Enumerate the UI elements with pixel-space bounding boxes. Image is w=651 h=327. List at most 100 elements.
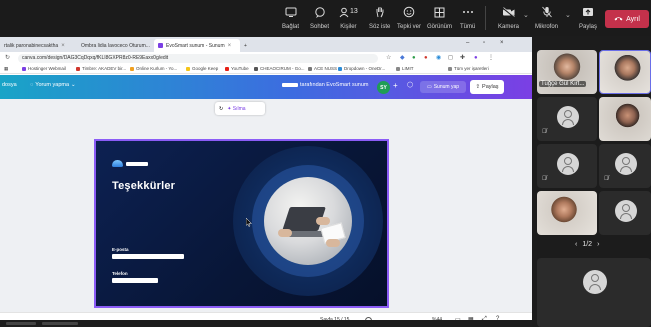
mic-off-icon: 🎙̸ bbox=[604, 176, 609, 182]
connect-button[interactable]: Bağlat bbox=[282, 4, 299, 34]
redacted-text bbox=[126, 161, 148, 166]
participant-tile[interactable] bbox=[537, 50, 597, 94]
address-bar[interactable]: canva.com/design/DAG3CqDqxq/fKLI8GXPR8z0… bbox=[18, 54, 378, 63]
new-tab-button[interactable]: + bbox=[240, 39, 252, 52]
redacted-text bbox=[282, 83, 298, 87]
reload-icon[interactable]: ↻ bbox=[5, 54, 10, 63]
participant-video bbox=[537, 191, 597, 235]
browser-tab-active[interactable]: EvoSmart sunum - Sunum × bbox=[154, 39, 240, 52]
participant-tile[interactable]: 🎙̸ bbox=[537, 97, 597, 141]
previous-page-icon[interactable]: ‹ bbox=[575, 241, 577, 248]
company-logo bbox=[112, 160, 148, 167]
shared-screen: rtalik paronabinecsaktha × Ombra lidia la… bbox=[0, 37, 532, 327]
minimize-icon[interactable]: – bbox=[466, 40, 469, 46]
participant-tile[interactable] bbox=[537, 191, 597, 235]
extension-icon[interactable]: ● bbox=[412, 54, 416, 63]
bookmark-item[interactable]: Google Keep bbox=[186, 65, 218, 73]
mouse-cursor-icon bbox=[245, 214, 253, 232]
close-tab-icon[interactable]: × bbox=[61, 43, 65, 49]
maximize-icon[interactable]: ▫ bbox=[483, 40, 485, 46]
extension-icon[interactable]: ◻ bbox=[448, 54, 453, 63]
logo-mark bbox=[112, 160, 123, 167]
participant-tile[interactable]: 🎙̸ bbox=[599, 144, 651, 188]
camera-off-icon bbox=[502, 4, 516, 20]
file-menu[interactable]: dosya bbox=[2, 82, 17, 88]
bookmark-item[interactable]: CHEAOCIRUM - Go... bbox=[254, 65, 305, 73]
chat-bubble-icon[interactable]: ◯ bbox=[407, 82, 413, 88]
mic-off-icon bbox=[541, 4, 553, 20]
bookmark-item[interactable]: Online Kurlum - Yo... bbox=[130, 65, 177, 73]
raise-hand-button[interactable]: Söz iste bbox=[369, 4, 390, 34]
present-button[interactable]: ▭ Sunum yap bbox=[420, 81, 466, 93]
participant-tile-speaking[interactable] bbox=[599, 50, 651, 94]
extension-icon[interactable]: ● bbox=[424, 54, 428, 63]
react-button[interactable]: Tepki ver bbox=[397, 4, 421, 34]
chat-icon bbox=[314, 4, 326, 20]
chat-button[interactable]: Sohbet bbox=[310, 4, 329, 34]
browser-menu-icon[interactable]: ⋮ bbox=[488, 54, 494, 63]
email-label: E-posta bbox=[112, 247, 129, 252]
more-icon bbox=[462, 4, 474, 20]
hand-shape bbox=[278, 229, 292, 237]
bookmark-folder[interactable]: LIMIT bbox=[396, 65, 414, 73]
bookmarks-bar: ▦ Hostinger Webmail Timbre: AKADEV bir..… bbox=[0, 64, 532, 74]
people-button[interactable]: 13 Kişiler bbox=[339, 4, 358, 34]
default-avatar-icon bbox=[583, 270, 607, 294]
comment-mode-dropdown[interactable]: ◌ Yorum yapma ⌄ bbox=[30, 82, 76, 88]
phone-label: Telefon bbox=[112, 271, 128, 276]
participant-name: Tuğçe Gül Kırt... bbox=[539, 81, 587, 87]
bookmark-item[interactable]: Hostinger Webmail bbox=[22, 65, 66, 73]
participant-tile[interactable] bbox=[599, 97, 651, 141]
browser-tab[interactable]: rtalik paronabinecsaktha × bbox=[0, 39, 72, 52]
default-avatar-icon bbox=[615, 153, 637, 175]
taskbar-strip bbox=[0, 320, 532, 327]
add-collaborator-icon[interactable]: + bbox=[393, 81, 398, 90]
self-view-tile[interactable] bbox=[537, 258, 651, 327]
people-icon: 13 bbox=[339, 4, 358, 20]
refresh-icon[interactable]: ↻ bbox=[219, 106, 223, 112]
more-button[interactable]: Tümü bbox=[460, 4, 475, 34]
presentation-slide[interactable]: Teşekkürler E-posta Telefon bbox=[94, 139, 389, 308]
participant-video bbox=[600, 51, 650, 93]
close-window-icon[interactable]: × bbox=[500, 40, 504, 46]
close-tab-icon[interactable]: × bbox=[228, 43, 232, 49]
apps-grid-icon[interactable]: ▦ bbox=[4, 65, 8, 73]
redacted-email bbox=[112, 254, 184, 259]
microphone-options-chevron-icon[interactable]: ⌄ bbox=[565, 11, 571, 19]
all-bookmarks-folder[interactable]: Tüm yer işaretleri bbox=[448, 65, 489, 73]
camera-options-chevron-icon[interactable]: ⌄ bbox=[523, 11, 529, 19]
magic-eraser-button[interactable]: ✦ Sılma bbox=[227, 106, 245, 112]
bookmark-item[interactable]: YouTube bbox=[225, 65, 249, 73]
camera-button[interactable]: Kamera bbox=[498, 4, 519, 34]
extensions-puzzle-icon[interactable]: ✚ bbox=[460, 54, 465, 63]
next-page-icon[interactable]: › bbox=[597, 241, 599, 248]
mic-off-icon: 🎙̸ bbox=[542, 129, 547, 135]
taskbar-item[interactable] bbox=[42, 322, 78, 325]
participant-tile[interactable] bbox=[599, 191, 651, 235]
bookmark-item[interactable]: Dropdown - OneDr... bbox=[338, 65, 385, 73]
hand-shape bbox=[316, 217, 330, 225]
participant-tile[interactable]: 🎙̸ bbox=[537, 144, 597, 188]
hang-up-icon bbox=[614, 16, 623, 23]
canva-favicon-icon bbox=[158, 43, 163, 48]
microphone-button[interactable]: Mikrofon bbox=[535, 4, 558, 34]
share-button[interactable]: ⇪ Paylaş bbox=[470, 80, 504, 94]
leave-button[interactable]: Ayrıl bbox=[605, 10, 649, 28]
profile-icon[interactable]: ● bbox=[474, 54, 478, 63]
user-avatar[interactable]: SY bbox=[377, 81, 390, 94]
extension-icon[interactable]: ◉ bbox=[436, 54, 441, 63]
emoji-icon bbox=[403, 4, 415, 20]
bookmark-item[interactable]: ACE NUSS bbox=[308, 65, 337, 73]
share-screen-button[interactable]: Paylaş bbox=[579, 4, 597, 34]
canva-toolbar: dosya ◌ Yorum yapma ⌄ tarafından EvoSmar… bbox=[0, 75, 532, 99]
participants-pager: ‹ 1/2 › bbox=[575, 241, 600, 248]
extension-icon[interactable]: ◆ bbox=[400, 54, 405, 63]
comment-icon: ◌ bbox=[30, 82, 34, 88]
view-button[interactable]: Görünüm bbox=[427, 4, 452, 34]
bookmark-item[interactable]: Timbre: AKADEV bir... bbox=[76, 65, 126, 73]
address-bar-row: ↻ canva.com/design/DAG3CqDqxq/fKLI8GXPR8… bbox=[0, 52, 532, 64]
browser-tab[interactable]: Ombra lidia lavoceco Oturum...× bbox=[74, 39, 152, 52]
taskbar-item[interactable] bbox=[6, 322, 36, 325]
default-avatar-icon bbox=[615, 200, 637, 222]
star-icon[interactable]: ☆ bbox=[386, 54, 391, 63]
